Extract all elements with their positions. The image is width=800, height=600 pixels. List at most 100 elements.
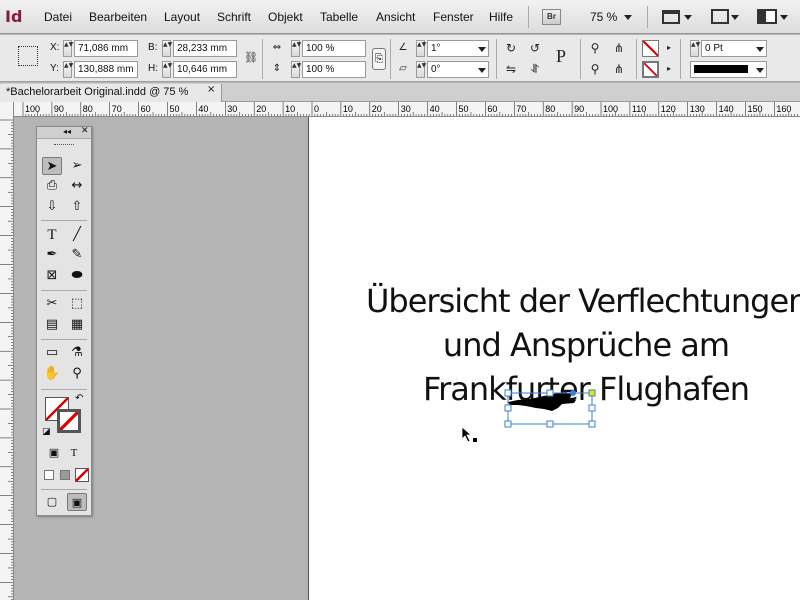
width-field[interactable]: 28,233 mm xyxy=(173,40,237,57)
scale-x-field[interactable]: 100 % xyxy=(302,40,366,57)
panel-grip-icon[interactable] xyxy=(54,144,74,146)
select-content-icon[interactable]: ⚲ xyxy=(586,60,604,78)
flip-horizontal-icon[interactable]: ⇋ xyxy=(502,60,520,78)
select-previous-icon[interactable]: ⋔ xyxy=(610,39,628,57)
shear-dropdown-icon[interactable] xyxy=(478,68,486,73)
y-spinner[interactable]: ▲▼ xyxy=(63,61,73,78)
formatting-text-icon[interactable]: T xyxy=(64,444,84,462)
menu-bearbeiten[interactable]: Bearbeiten xyxy=(89,10,147,24)
rectangle-frame-tool-icon[interactable]: ⊠ xyxy=(42,267,62,285)
rotate-ccw-icon[interactable]: ↺ xyxy=(526,39,544,57)
ruler-label: 90 xyxy=(574,104,584,114)
type-tool-icon[interactable]: T xyxy=(42,226,62,244)
rotate-dropdown-icon[interactable] xyxy=(478,47,486,52)
close-tab-icon[interactable]: × xyxy=(207,84,215,95)
menu-objekt[interactable]: Objekt xyxy=(268,10,303,24)
zoom-dropdown-icon[interactable] xyxy=(624,15,632,20)
stroke-weight-spinner[interactable]: ▲▼ xyxy=(690,40,700,57)
fill-swatch[interactable] xyxy=(642,40,659,57)
x-spinner[interactable]: ▲▼ xyxy=(63,40,73,57)
default-colors-icon[interactable]: ◪ xyxy=(42,427,51,437)
scale-y-field[interactable]: 100 % xyxy=(302,61,366,78)
gap-tool-icon[interactable]: ↔ xyxy=(67,177,87,195)
gradient-swatch-tool-icon[interactable]: ▤ xyxy=(42,316,62,334)
flip-vertical-icon[interactable]: ⥯ xyxy=(526,60,544,78)
rotate-spinner[interactable]: ▲▼ xyxy=(416,40,426,57)
scale-x-icon: ⇔ xyxy=(272,42,282,53)
menu-datei[interactable]: Datei xyxy=(44,10,72,24)
airplane-graphic[interactable] xyxy=(500,388,600,432)
shear-angle-icon: ▱ xyxy=(399,63,407,74)
rotate-cw-icon[interactable]: ↻ xyxy=(502,39,520,57)
gradient-feather-tool-icon[interactable]: ▦ xyxy=(67,316,87,334)
select-container-icon[interactable]: ⚲ xyxy=(586,39,604,57)
swap-colors-icon[interactable]: ↶ xyxy=(75,393,83,404)
height-field[interactable]: 10,646 mm xyxy=(173,61,237,78)
line-tool-icon[interactable]: ╱ xyxy=(67,226,87,244)
y-field[interactable]: 130,888 mm xyxy=(74,61,138,78)
shear-spinner[interactable]: ▲▼ xyxy=(416,61,426,78)
zoom-tool-icon[interactable]: ⚲ xyxy=(67,365,87,383)
arrange-documents-icon[interactable] xyxy=(757,9,777,24)
apply-none-icon[interactable] xyxy=(75,468,89,482)
reference-point-icon[interactable] xyxy=(18,46,38,66)
content-collector-icon[interactable]: ⇩ xyxy=(42,198,62,216)
ruler-label: 20 xyxy=(372,104,382,114)
pencil-tool-icon[interactable]: ✎ xyxy=(67,246,87,264)
note-tool-icon[interactable]: ▭ xyxy=(42,344,62,362)
constrain-scale-icon[interactable]: ⎘ xyxy=(372,48,386,70)
menu-tabelle[interactable]: Tabelle xyxy=(320,10,358,24)
view-options-dropdown-icon[interactable] xyxy=(684,15,692,20)
y-label: Y: xyxy=(50,63,59,74)
menu-hilfe[interactable]: Hilfe xyxy=(489,10,513,24)
document-tab[interactable]: *Bachelorarbeit Original.indd @ 75 % xyxy=(0,84,222,102)
apply-gradient-icon[interactable] xyxy=(60,470,70,480)
x-field[interactable]: 71,086 mm xyxy=(74,40,138,57)
eyedropper-tool-icon[interactable]: ⚗ xyxy=(67,344,87,362)
hand-tool-icon[interactable]: ✋ xyxy=(42,365,62,383)
ruler-label: 60 xyxy=(487,104,497,114)
pen-tool-icon[interactable]: ✒ xyxy=(42,246,62,264)
stroke-swatch[interactable] xyxy=(642,61,659,78)
height-spinner[interactable]: ▲▼ xyxy=(162,61,172,78)
ruler-label: 160 xyxy=(776,104,791,114)
arrange-documents-dropdown-icon[interactable] xyxy=(780,15,788,20)
stroke-color-swatch[interactable] xyxy=(57,409,81,433)
menu-schrift[interactable]: Schrift xyxy=(217,10,251,24)
selection-tool-icon[interactable]: ➤ xyxy=(42,157,62,175)
zoom-level[interactable]: 75 % xyxy=(590,10,617,24)
screen-mode-icon[interactable] xyxy=(711,9,729,24)
view-options-icon[interactable] xyxy=(662,10,680,24)
ruler-label: 80 xyxy=(83,104,93,114)
stroke-type-dropdown-icon[interactable] xyxy=(756,68,764,73)
constrain-proportions-icon[interactable]: ⛓ xyxy=(242,49,260,67)
ruler-label: 90 xyxy=(54,104,64,114)
page-tool-icon[interactable]: ⎙ xyxy=(42,177,62,195)
close-panel-icon[interactable]: ✕ xyxy=(81,126,89,136)
normal-view-icon[interactable]: ▢ xyxy=(42,493,62,511)
tools-panel-header[interactable]: ◂◂ ✕ xyxy=(37,126,91,139)
free-transform-tool-icon[interactable]: ⬚ xyxy=(67,295,87,313)
scale-x-spinner[interactable]: ▲▼ xyxy=(291,40,301,57)
select-next-icon[interactable]: ⋔ xyxy=(610,60,628,78)
menu-layout[interactable]: Layout xyxy=(164,10,200,24)
width-spinner[interactable]: ▲▼ xyxy=(162,40,172,57)
menu-ansicht[interactable]: Ansicht xyxy=(376,10,415,24)
screen-mode-dropdown-icon[interactable] xyxy=(731,15,739,20)
vertical-ruler[interactable] xyxy=(0,102,14,600)
ellipse-tool-icon[interactable]: ⬬ xyxy=(67,267,87,285)
content-placer-icon[interactable]: ⇧ xyxy=(67,198,87,216)
stroke-menu-icon[interactable]: ▸ xyxy=(660,60,678,78)
preview-mode-icon[interactable]: ▣ xyxy=(67,493,87,511)
stroke-weight-dropdown-icon[interactable] xyxy=(756,47,764,52)
scale-y-spinner[interactable]: ▲▼ xyxy=(291,61,301,78)
apply-color-icon[interactable] xyxy=(44,470,54,480)
horizontal-ruler[interactable]: 100 90 80 70 60 50 40 30 20 10 0 10 20 30 40 50 60 70 80 90… xyxy=(14,102,800,117)
direct-selection-tool-icon[interactable]: ➢ xyxy=(67,157,87,175)
collapse-panel-icon[interactable]: ◂◂ xyxy=(63,127,71,136)
formatting-container-icon[interactable]: ▣ xyxy=(44,444,64,462)
fill-menu-icon[interactable]: ▸ xyxy=(660,39,678,57)
bridge-button[interactable]: Br xyxy=(542,9,561,25)
scissors-tool-icon[interactable]: ✂ xyxy=(42,295,62,313)
menu-fenster[interactable]: Fenster xyxy=(433,10,474,24)
